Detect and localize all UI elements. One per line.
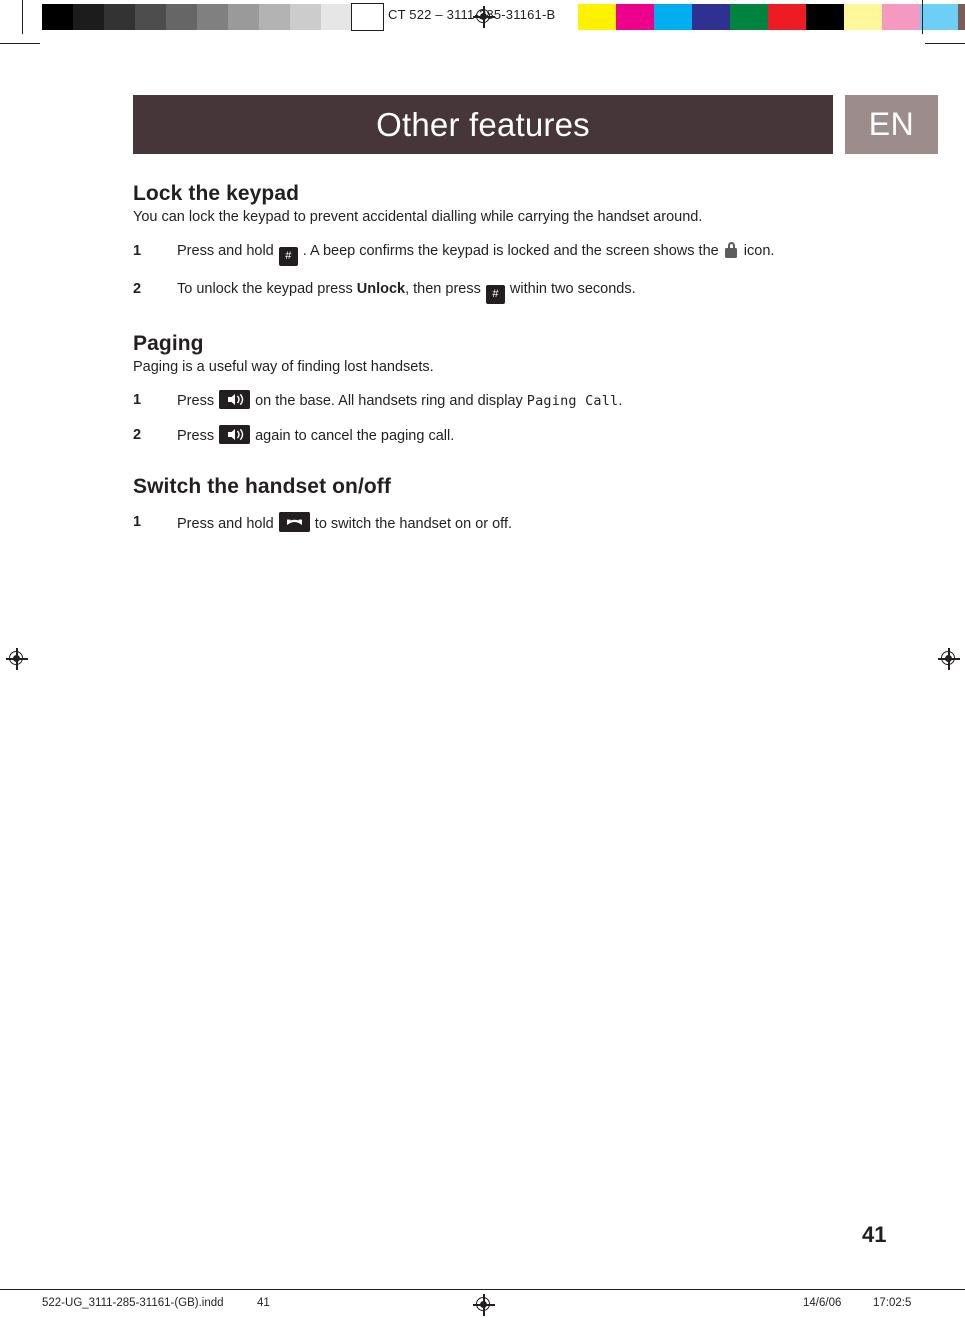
step-number: 2 bbox=[133, 427, 142, 444]
page-number: 41 bbox=[862, 1222, 887, 1247]
hash-key-icon: # bbox=[485, 284, 505, 304]
color-swatch-0 bbox=[578, 4, 616, 30]
instruction-step: 1 Press on the base. All handsets ring an… bbox=[133, 390, 893, 412]
section-heading: Paging bbox=[133, 331, 204, 355]
color-swatch-7 bbox=[844, 4, 882, 30]
paging-key-icon bbox=[219, 425, 251, 445]
color-swatch-6 bbox=[806, 4, 844, 30]
step-text: Press on the base. All handsets ring and… bbox=[177, 390, 893, 412]
document-content: Lock the keypad You can lock the keypad t… bbox=[133, 182, 893, 535]
step-number: 1 bbox=[133, 392, 142, 409]
step-number: 1 bbox=[133, 242, 142, 259]
grey-swatch-5 bbox=[197, 4, 228, 30]
step-text: Press and hold to switch the handset on … bbox=[177, 512, 893, 535]
crop-mark-right bbox=[922, 0, 923, 34]
section-intro: You can lock the keypad to prevent accid… bbox=[133, 209, 703, 225]
registration-target-icon-right bbox=[938, 648, 960, 670]
color-swatch-bar bbox=[578, 4, 965, 30]
color-swatch-4 bbox=[730, 4, 768, 30]
grey-swatch-6 bbox=[228, 4, 259, 30]
language-label: EN bbox=[868, 106, 915, 142]
footer-date: 14/6/06 bbox=[803, 1297, 842, 1309]
instruction-step: 2 To unlock the keypad press Unlock, then… bbox=[133, 279, 893, 304]
keypad-lock-icon bbox=[725, 241, 738, 258]
registration-target-icon-footer bbox=[473, 1294, 495, 1316]
instruction-step: 1 Press and hold to switch the handset on… bbox=[133, 512, 893, 535]
color-swatch-9 bbox=[920, 4, 958, 30]
color-swatch-2 bbox=[654, 4, 692, 30]
page-header-band: Other features bbox=[133, 95, 833, 154]
step-number: 1 bbox=[133, 514, 142, 531]
hangup-power-key-icon bbox=[278, 512, 310, 533]
step-text: Press again to cancel the paging call. bbox=[177, 425, 893, 447]
section-intro: Paging is a useful way of finding lost h… bbox=[133, 358, 434, 375]
footer-time: 17:02:5 bbox=[873, 1297, 912, 1309]
color-swatch-3 bbox=[692, 4, 730, 30]
grey-swatch-0 bbox=[42, 4, 73, 30]
grey-swatch-9 bbox=[321, 4, 352, 30]
page-title: Other features bbox=[376, 106, 590, 143]
step-text: To unlock the keypad press Unlock, then … bbox=[177, 279, 893, 304]
crop-mark-top-left bbox=[0, 43, 40, 44]
greyscale-swatch-bar bbox=[42, 3, 384, 31]
crop-mark-top-right bbox=[925, 43, 965, 44]
crop-mark-left bbox=[22, 0, 23, 34]
grey-swatch-7 bbox=[259, 4, 290, 30]
hash-key-icon: # bbox=[278, 246, 298, 266]
grey-swatch-8 bbox=[290, 4, 321, 30]
registration-target-icon-left bbox=[6, 648, 28, 670]
softkey-label: Unlock bbox=[356, 280, 406, 297]
instruction-step: 1 Press and hold # . A beep confirms the … bbox=[133, 241, 893, 266]
section-heading: Switch the handset on/off bbox=[133, 475, 391, 499]
paging-key-icon bbox=[219, 390, 251, 410]
registration-target-icon bbox=[473, 6, 495, 28]
color-swatch-1 bbox=[616, 4, 654, 30]
instruction-step: 2 Press again to cancel the paging call. bbox=[133, 425, 893, 447]
print-control-strip: CT 522 – 3111-285-31161-B bbox=[0, 0, 965, 44]
color-swatch-8 bbox=[882, 4, 920, 30]
footer-divider bbox=[0, 1289, 965, 1290]
print-strip-label: CT 522 – 3111-285-31161-B bbox=[388, 7, 556, 22]
grey-swatch-2 bbox=[104, 4, 135, 30]
footer-filename: 522-UG_3111-285-31161-(GB).indd bbox=[42, 1297, 224, 1309]
section-heading: Lock the keypad bbox=[133, 182, 300, 205]
display-text: Paging Call bbox=[526, 393, 619, 410]
color-swatch-5 bbox=[768, 4, 806, 30]
grey-swatch-3 bbox=[135, 4, 166, 30]
grey-swatch-4 bbox=[166, 4, 197, 30]
step-text: Press and hold # . A beep confirms the k… bbox=[177, 241, 893, 266]
grey-swatch-10 bbox=[351, 3, 384, 31]
step-number: 2 bbox=[133, 280, 142, 297]
color-swatch-10 bbox=[958, 4, 965, 30]
language-badge: EN bbox=[845, 95, 938, 154]
footer-page: 41 bbox=[257, 1297, 270, 1309]
grey-swatch-1 bbox=[73, 4, 104, 30]
